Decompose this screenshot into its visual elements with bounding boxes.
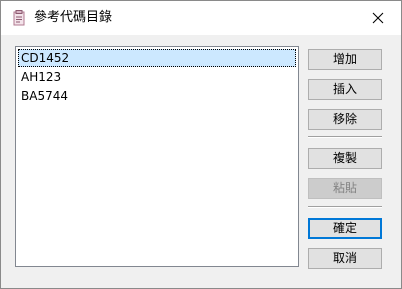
list-item[interactable]: AH123 <box>18 68 296 86</box>
separator <box>308 206 382 208</box>
clipboard-doc-icon <box>11 10 27 26</box>
close-button[interactable] <box>355 1 401 35</box>
list-item-label: AH123 <box>21 70 62 84</box>
ok-button[interactable]: 確定 <box>308 218 382 239</box>
dialog-window: 參考代碼目錄 CD1452 AH123 BA5744 增加 插入 移除 複製 粘… <box>0 0 402 289</box>
list-item-label: BA5744 <box>21 89 68 103</box>
list-item-label: CD1452 <box>21 51 70 65</box>
insert-button[interactable]: 插入 <box>308 79 382 100</box>
add-button[interactable]: 增加 <box>308 49 382 70</box>
reference-code-list[interactable]: CD1452 AH123 BA5744 <box>15 46 299 267</box>
cancel-button[interactable]: 取消 <box>308 248 382 269</box>
list-item[interactable]: BA5744 <box>18 87 296 105</box>
window-title: 參考代碼目錄 <box>34 10 113 25</box>
close-icon <box>372 12 384 24</box>
copy-button[interactable]: 複製 <box>308 148 382 169</box>
list-item[interactable]: CD1452 <box>18 49 296 67</box>
paste-button[interactable]: 粘貼 <box>308 178 382 199</box>
title-bar[interactable]: 參考代碼目錄 <box>1 1 401 35</box>
separator <box>308 136 382 138</box>
remove-button[interactable]: 移除 <box>308 109 382 130</box>
